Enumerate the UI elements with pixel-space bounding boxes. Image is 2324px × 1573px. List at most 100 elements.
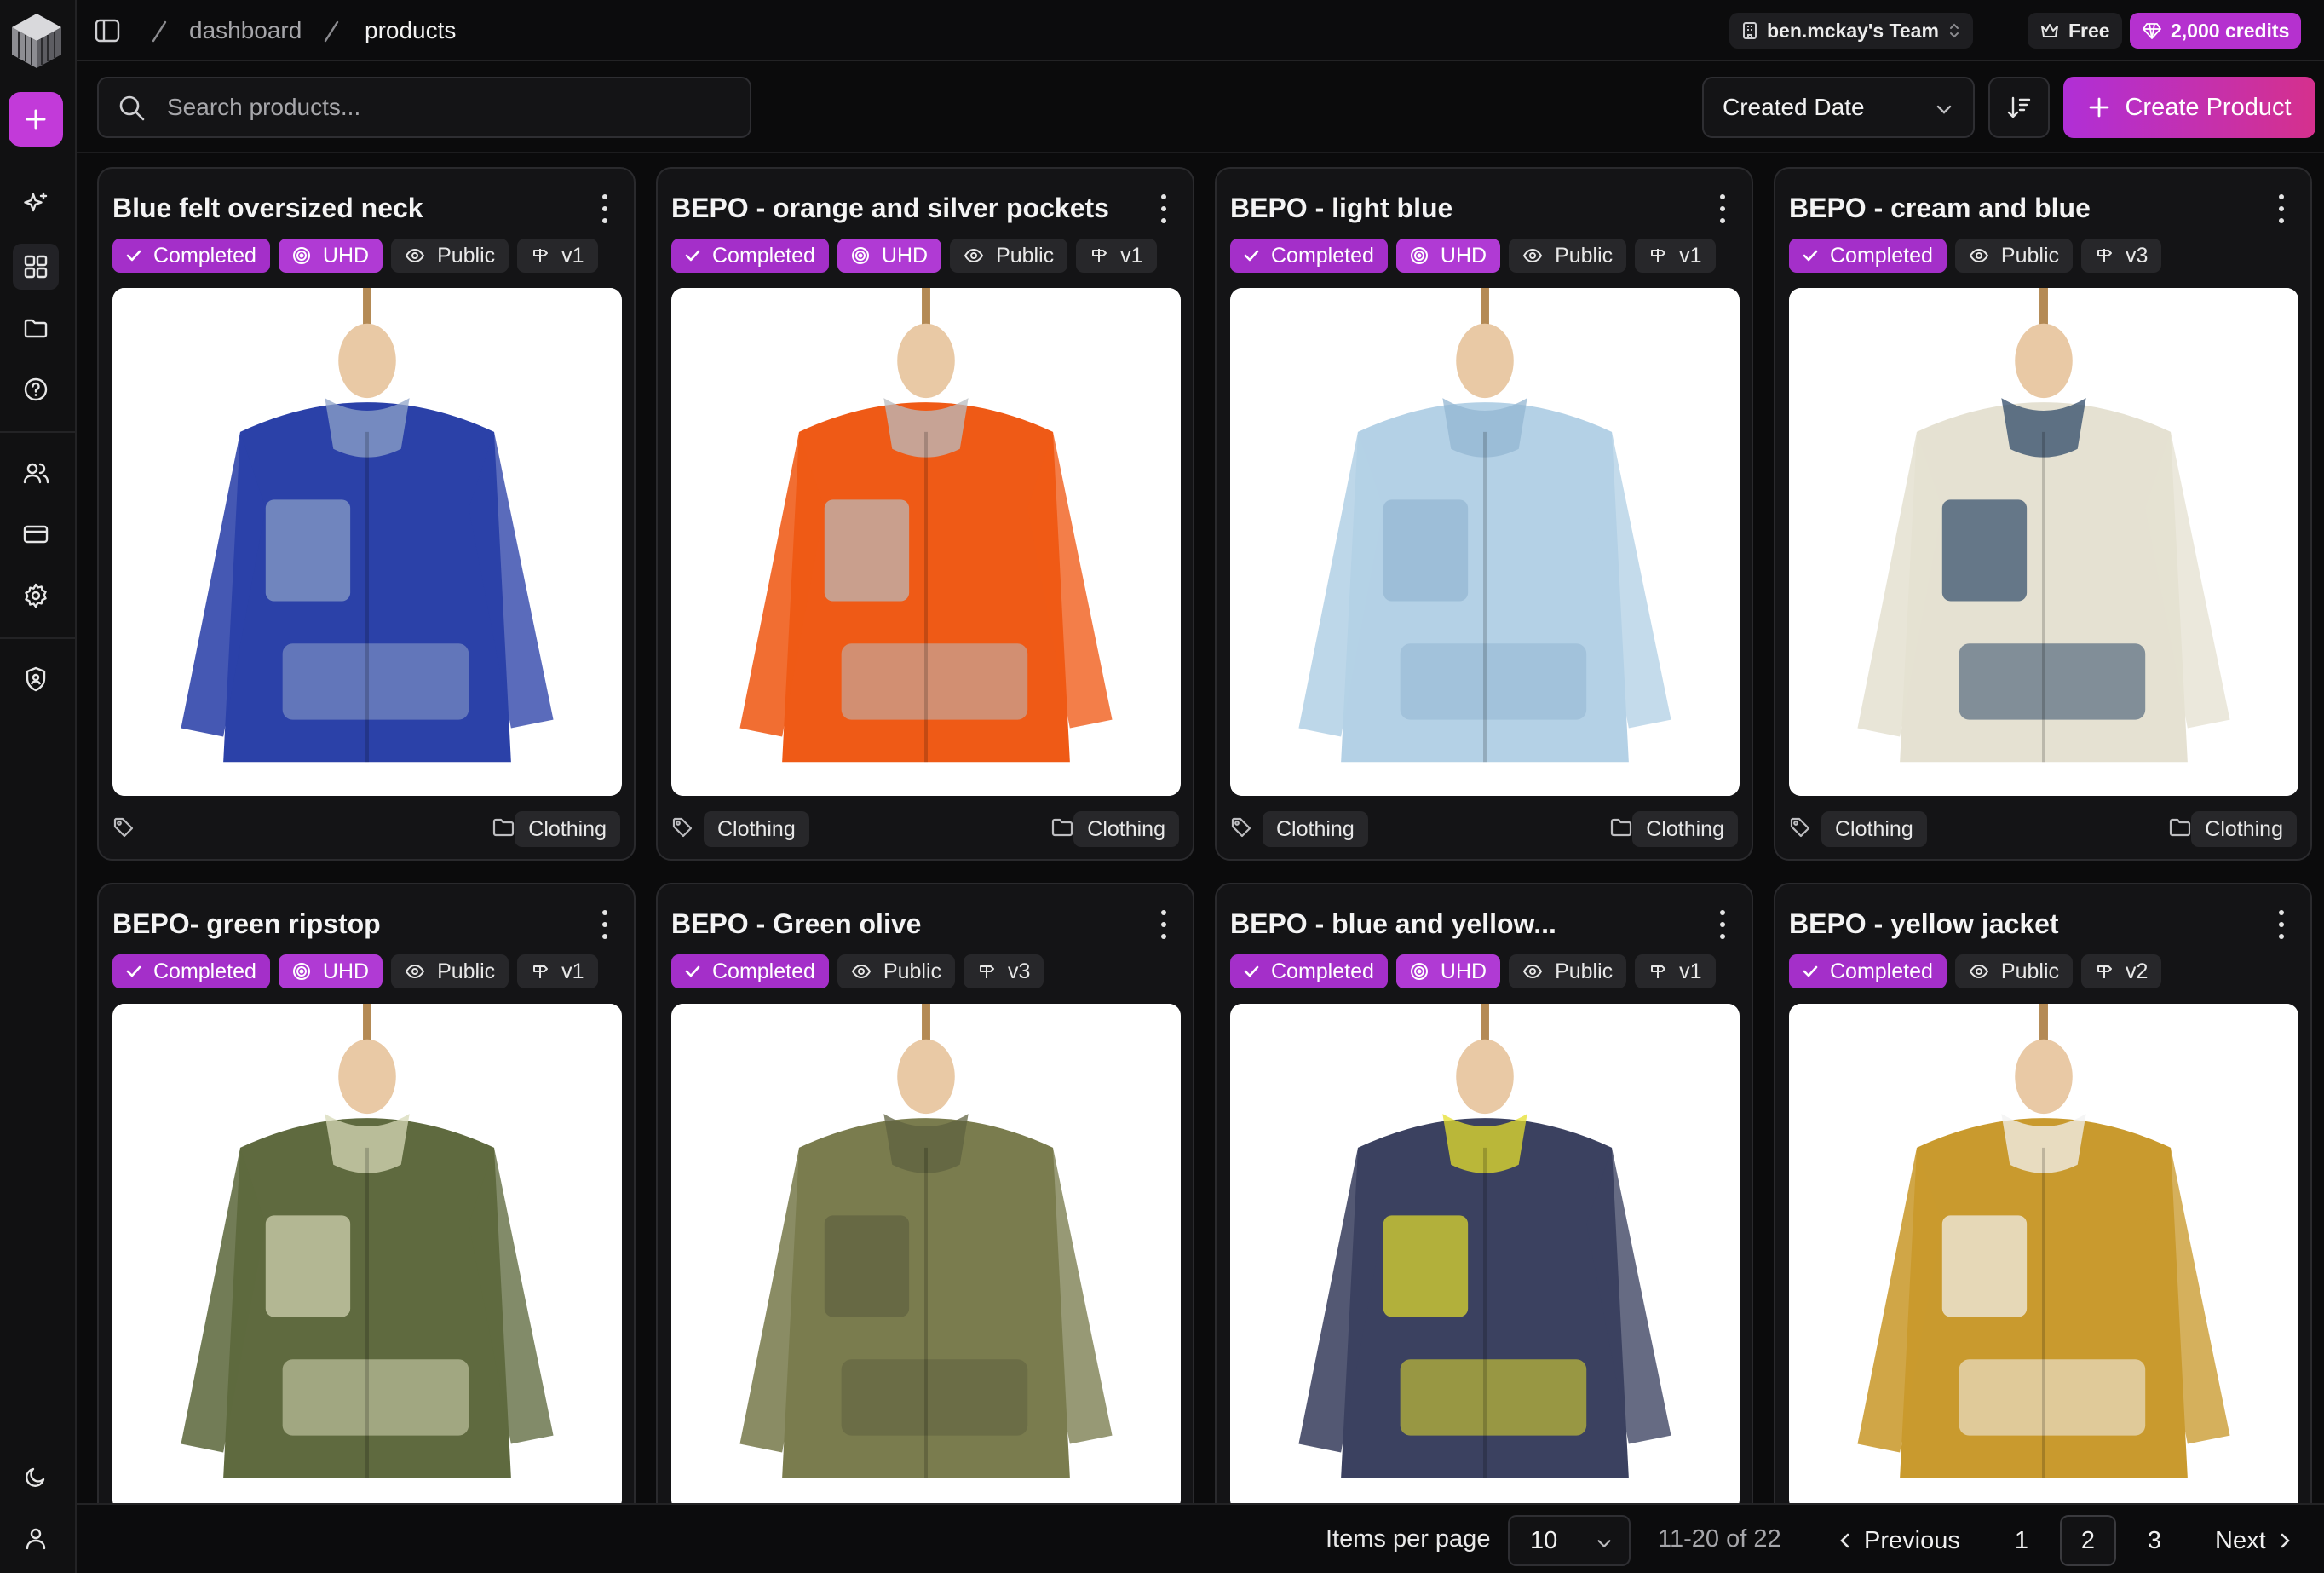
product-photo-illustration [113, 1004, 621, 1503]
card-menu-button[interactable] [598, 910, 612, 939]
product-title[interactable]: BEPO - blue and yellow... [1230, 908, 1690, 940]
product-title[interactable]: BEPO - cream and blue [1789, 193, 2249, 224]
card-menu-button[interactable] [1716, 910, 1729, 939]
visibility-label: Public [2000, 243, 2059, 268]
next-page-button[interactable]: Next [2215, 1515, 2293, 1566]
diamond-icon [2143, 23, 2161, 39]
status-badge: Completed [112, 239, 270, 273]
page-3-button[interactable]: 3 [2126, 1515, 2183, 1566]
product-image[interactable] [671, 288, 1181, 796]
product-image[interactable] [1789, 288, 2298, 796]
create-product-button[interactable]: Create Product [2063, 77, 2315, 138]
sort-by-select[interactable]: Created Date [1702, 77, 1975, 138]
card-footer: Clothing Clothing [1230, 810, 1738, 847]
items-per-page-label: Items per page [1326, 1525, 1491, 1553]
visibility-badge: Public [837, 954, 955, 988]
nav-ai-sparkles[interactable] [13, 181, 59, 227]
quick-create-button[interactable] [9, 92, 63, 147]
product-card[interactable]: BEPO - light blue Completed UHD Public v1 C… [1215, 167, 1753, 861]
user-profile-button[interactable] [13, 1515, 59, 1561]
nav-folders[interactable] [13, 305, 59, 351]
tag-chip[interactable]: Clothing [1263, 811, 1368, 847]
app-logo[interactable] [9, 10, 65, 72]
sidebar-toggle-button[interactable] [92, 15, 123, 46]
product-card[interactable]: BEPO - orange and silver pockets Complet… [656, 167, 1194, 861]
tag-chip[interactable]: Clothing [1821, 811, 1927, 847]
plus-icon [26, 109, 46, 130]
chevron-down-icon [1936, 105, 1952, 114]
nav-billing[interactable] [13, 511, 59, 557]
sparkles-icon [24, 192, 48, 212]
product-card[interactable]: BEPO - cream and blue Completed Public v3 … [1774, 167, 2312, 861]
crown-icon [2041, 24, 2058, 37]
folder-chip[interactable]: Clothing [2191, 811, 2297, 847]
product-card[interactable]: BEPO - yellow jacket Completed Public v2 [1774, 883, 2312, 1503]
visibility-badge: Public [1509, 239, 1627, 273]
product-title[interactable]: BEPO - Green olive [671, 908, 1131, 940]
credits-badge[interactable]: 2,000 credits [2130, 13, 2302, 49]
quality-badge: UHD [837, 239, 942, 273]
breadcrumb-separator-icon [152, 20, 167, 43]
visibility-label: Public [996, 243, 1055, 268]
nav-team[interactable] [13, 450, 59, 496]
theme-toggle[interactable] [13, 1454, 59, 1500]
card-badges: Completed Public v3 [1789, 239, 2162, 273]
tag-chip[interactable]: Clothing [704, 811, 809, 847]
tags-area[interactable] [1789, 816, 1811, 843]
nav-settings[interactable] [13, 573, 59, 619]
product-title[interactable]: BEPO - yellow jacket [1789, 908, 2249, 940]
sort-by-value: Created Date [1723, 94, 1865, 120]
product-image[interactable] [112, 288, 622, 796]
product-title[interactable]: BEPO - light blue [1230, 193, 1690, 224]
page-1-button[interactable]: 1 [1993, 1515, 2050, 1566]
product-photo-illustration [672, 288, 1180, 796]
visibility-label: Public [2000, 959, 2059, 983]
status-label: Completed [712, 243, 815, 268]
team-switcher[interactable]: ben.mckay's Team [1729, 13, 1973, 49]
folder-chip[interactable]: Clothing [1073, 811, 1179, 847]
more-vertical-icon [2279, 194, 2284, 199]
sort-direction-button[interactable] [1988, 77, 2050, 138]
product-card[interactable]: Blue felt oversized neck Completed UHD Pub… [97, 167, 636, 861]
product-card[interactable]: BEPO - Green olive Completed Public v3 [656, 883, 1194, 1503]
breadcrumb-dashboard[interactable]: dashboard [189, 15, 302, 46]
tags-area[interactable] [112, 816, 135, 843]
check-icon [1244, 250, 1259, 262]
nav-help[interactable] [13, 366, 59, 412]
tags-area[interactable] [1230, 816, 1252, 843]
product-card[interactable]: BEPO- green ripstop Completed UHD Public v1 [97, 883, 636, 1503]
status-label: Completed [1271, 243, 1374, 268]
nav-admin[interactable] [13, 656, 59, 702]
previous-page-button[interactable]: Previous [1837, 1515, 1960, 1566]
version-label: v1 [1679, 243, 1702, 268]
folder-chip[interactable]: Clothing [1632, 811, 1738, 847]
card-menu-button[interactable] [1157, 910, 1171, 939]
product-title[interactable]: Blue felt oversized neck [112, 193, 572, 224]
page-range-text: 11-20 of 22 [1658, 1525, 1781, 1553]
page-2-button[interactable]: 2 [2060, 1515, 2116, 1566]
folder-chip[interactable]: Clothing [515, 811, 620, 847]
folder-icon [492, 818, 515, 837]
card-menu-button[interactable] [1157, 194, 1171, 223]
card-menu-button[interactable] [598, 194, 612, 223]
app-rail [0, 0, 77, 1573]
product-title[interactable]: BEPO- green ripstop [112, 908, 572, 940]
card-menu-button[interactable] [2275, 910, 2288, 939]
product-image[interactable] [1230, 1004, 1740, 1503]
card-menu-button[interactable] [2275, 194, 2288, 223]
product-card[interactable]: BEPO - blue and yellow... Completed UHD Pu… [1215, 883, 1753, 1503]
tags-area[interactable] [671, 816, 693, 843]
more-vertical-icon [602, 194, 607, 199]
card-badges: Completed UHD Public v1 [1230, 954, 1716, 988]
items-per-page-select[interactable]: 10 [1508, 1515, 1631, 1566]
nav-products[interactable] [13, 244, 59, 290]
product-image[interactable] [1230, 288, 1740, 796]
version-label: v1 [1120, 243, 1143, 268]
search-input[interactable] [167, 87, 729, 128]
product-title[interactable]: BEPO - orange and silver pockets [671, 193, 1131, 224]
card-menu-button[interactable] [1716, 194, 1729, 223]
product-image[interactable] [112, 1004, 622, 1503]
product-image[interactable] [671, 1004, 1181, 1503]
plan-badge[interactable]: Free [2028, 13, 2122, 49]
product-image[interactable] [1789, 1004, 2298, 1503]
